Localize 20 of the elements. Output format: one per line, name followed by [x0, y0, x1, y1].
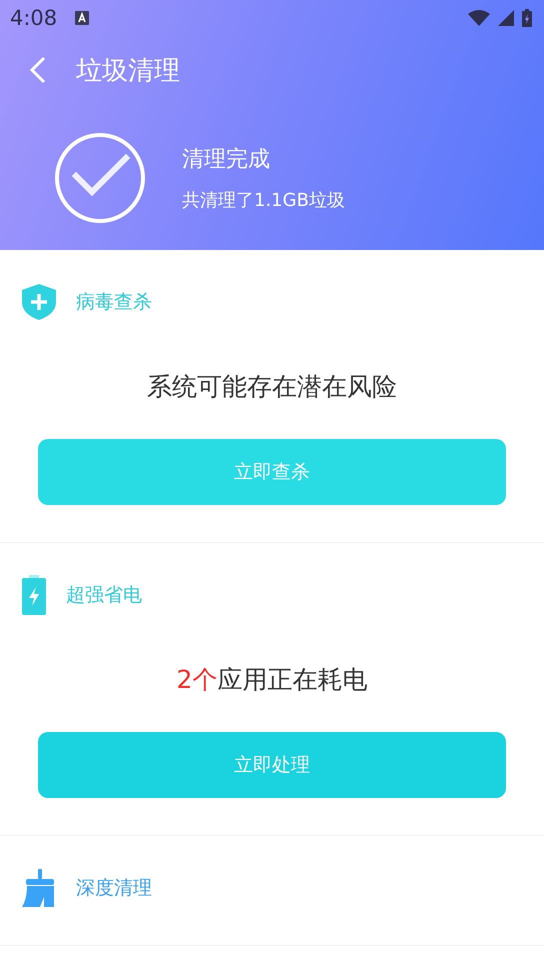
page-title: 垃圾清理	[76, 54, 180, 88]
battery-bolt-icon	[22, 575, 46, 615]
section-message: 系统可能存在潜在风险	[146, 371, 398, 403]
back-icon[interactable]	[30, 56, 46, 84]
summary-text: 共清理了1.1GB垃圾	[182, 189, 345, 212]
notification-icon	[75, 11, 90, 25]
shield-plus-icon	[22, 284, 56, 320]
wifi-icon	[468, 10, 490, 26]
signal-icon	[498, 10, 514, 26]
status-time: 4:08	[10, 6, 58, 30]
broom-icon	[22, 869, 56, 907]
section-title: 病毒查杀	[76, 290, 152, 315]
check-circle-icon	[54, 132, 146, 224]
section-title: 超强省电	[66, 583, 142, 608]
battery-icon	[522, 9, 532, 27]
action-button[interactable]: 立即查杀	[38, 439, 506, 505]
action-button[interactable]: 立即处理	[38, 732, 506, 798]
section-title: 深度清理	[76, 876, 152, 901]
status-text: 清理完成	[182, 146, 271, 174]
section-message: 2个应用正在耗电	[176, 664, 368, 696]
